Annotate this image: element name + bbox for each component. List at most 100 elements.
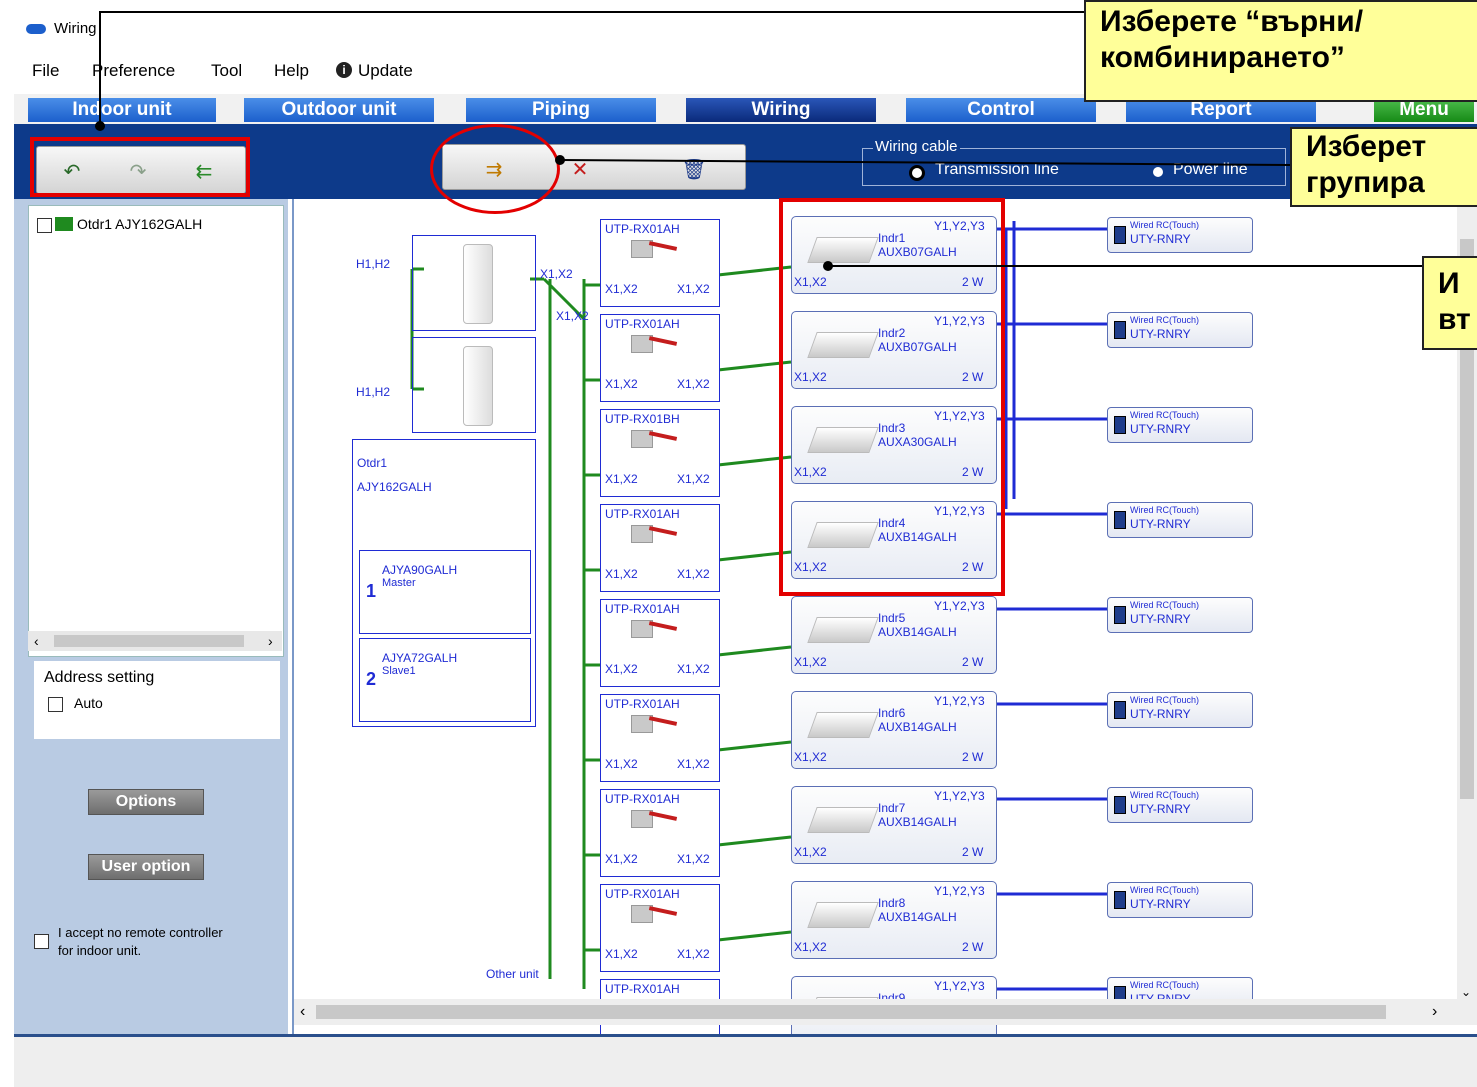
indoor-model: AUXB14GALH [878,815,957,829]
scroll-left-icon[interactable]: ‹ [34,633,39,649]
scroll-thumb[interactable] [316,1005,1386,1019]
indoor-x1x2: X1,X2 [794,845,827,859]
cassette-unit-image [807,617,879,643]
other-unit-label: Other unit [486,967,539,981]
power-radio[interactable] [1153,167,1163,177]
utp-cable-image [648,336,678,346]
indoor-y-label: Y1,Y2,Y3 [934,694,985,708]
utp-cable-image [648,526,678,536]
tab-indoor-unit[interactable]: Indoor unit [28,98,216,122]
tab-outdoor-unit[interactable]: Outdoor unit [244,98,434,122]
menu-help[interactable]: Help [274,61,309,81]
menu-preference[interactable]: Preference [92,61,175,81]
indoor-name: Indr7 [878,801,906,815]
indoor-model: AUXB14GALH [878,720,957,734]
indoor-unit-5[interactable]: Y1,Y2,Y3 Indr5 AUXB14GALH X1,X2 2 W [791,596,997,674]
cassette-unit-image [807,807,879,833]
scroll-left-icon[interactable]: ‹ [300,1003,305,1021]
slave-role: Slave1 [382,665,416,677]
callout-2-line2: групира [1306,166,1425,199]
rc-model: UTY-RNRY [1130,327,1191,341]
remote-controller[interactable]: Wired RC(Touch) UTY-RNRY [1107,217,1253,253]
slave-model: AJYA72GALH [382,651,458,665]
remote-controller[interactable]: Wired RC(Touch) UTY-RNRY [1107,787,1253,823]
scroll-right-icon[interactable]: › [268,633,273,649]
utp-model: UTP-RX01AH [605,887,680,901]
options-button[interactable]: Options [88,789,204,815]
tab-piping[interactable]: Piping [466,98,656,122]
utp-x1x2-in: X1,X2 [605,947,638,961]
remote-controller-icon [1114,511,1126,529]
wiring-cable-group: Wiring cable Transmission line Power lin… [862,138,1286,186]
utp-adapter[interactable]: UTP-RX01AH X1,X2 X1,X2 [600,219,720,307]
indoor-unit-8[interactable]: Y1,Y2,Y3 Indr8 AUXB14GALH X1,X2 2 W [791,881,997,959]
ungroup-icon[interactable]: ✕ [559,155,601,185]
wiring-cable-title: Wiring cable [873,138,960,155]
scroll-down-icon[interactable]: ⌄ [1461,985,1471,999]
menu-file[interactable]: File [32,61,59,81]
outdoor-system-box[interactable]: Otdr1 AJY162GALH 1 AJYA90GALH Master 2 A… [352,439,536,727]
user-option-button[interactable]: User option [88,854,204,880]
tab-control[interactable]: Control [906,98,1096,122]
transmission-radio[interactable] [909,165,925,181]
outdoor-unit-image [463,244,493,324]
indoor-name: Indr6 [878,706,906,720]
cassette-unit-image [807,902,879,928]
accept-no-rc-checkbox[interactable] [34,934,49,949]
remote-controller[interactable]: Wired RC(Touch) UTY-RNRY [1107,312,1253,348]
indoor-y-label: Y1,Y2,Y3 [934,789,985,803]
utp-model: UTP-RX01AH [605,222,680,236]
tree-item-otdr1[interactable]: Otdr1 AJY162GALH [77,216,202,232]
utp-adapter[interactable]: UTP-RX01AH X1,X2 X1,X2 [600,789,720,877]
master-unit-box[interactable]: 1 AJYA90GALH Master [359,550,531,634]
remote-controller[interactable]: Wired RC(Touch) UTY-RNRY [1107,597,1253,633]
outdoor-unit-1[interactable] [412,235,536,331]
utp-adapter[interactable]: UTP-RX01AH X1,X2 X1,X2 [600,884,720,972]
menu-tool[interactable]: Tool [211,61,242,81]
auto-checkbox[interactable] [48,697,63,712]
address-setting-panel: Address setting Auto [34,661,280,739]
utp-x1x2-in: X1,X2 [605,377,638,391]
rc-type: Wired RC(Touch) [1130,315,1200,325]
slave-unit-box[interactable]: 2 AJYA72GALH Slave1 [359,638,531,722]
tree-scrollbar[interactable]: ‹ › [28,631,282,651]
rc-type: Wired RC(Touch) [1130,600,1200,610]
menu-update[interactable]: Update [358,61,413,81]
indoor-model: AUXB14GALH [878,910,957,924]
rc-model: UTY-RNRY [1130,707,1191,721]
tree-checkbox[interactable] [37,218,52,233]
utp-adapter[interactable]: UTP-RX01AH X1,X2 X1,X2 [600,314,720,402]
callout-1-line2: комбинирането” [1100,41,1345,74]
utp-adapter[interactable]: UTP-RX01AH X1,X2 X1,X2 [600,504,720,592]
highlight-left-tools [30,137,250,197]
diagram-hscroll[interactable]: ‹ › [294,999,1477,1025]
callout-2-line1: Изберет [1306,130,1427,163]
remote-controller-icon [1114,606,1126,624]
utp-model: UTP-RX01AH [605,697,680,711]
scroll-thumb[interactable] [54,635,244,647]
rc-type: Wired RC(Touch) [1130,505,1200,515]
remote-controller[interactable]: Wired RC(Touch) UTY-RNRY [1107,882,1253,918]
utp-adapter[interactable]: UTP-RX01AH X1,X2 X1,X2 [600,694,720,782]
utp-cable-image [648,621,678,631]
indoor-x1x2: X1,X2 [794,655,827,669]
tab-wiring[interactable]: Wiring [686,98,876,122]
utp-adapter[interactable]: UTP-RX01BH X1,X2 X1,X2 [600,409,720,497]
scroll-right-icon[interactable]: › [1432,1003,1437,1021]
indoor-power: 2 W [962,750,984,764]
indoor-unit-6[interactable]: Y1,Y2,Y3 Indr6 AUXB14GALH X1,X2 2 W [791,691,997,769]
delete-icon[interactable]: 🗑 [673,155,715,185]
remote-controller-icon [1114,891,1126,909]
indoor-unit-7[interactable]: Y1,Y2,Y3 Indr7 AUXB14GALH X1,X2 2 W [791,786,997,864]
master-number: 1 [366,581,377,601]
remote-controller[interactable]: Wired RC(Touch) UTY-RNRY [1107,407,1253,443]
accept-no-rc-label-1: I accept no remote controller [58,925,223,940]
outdoor-unit-2[interactable] [412,337,536,433]
indoor-y-label: Y1,Y2,Y3 [934,884,985,898]
indoor-power: 2 W [962,655,984,669]
utp-x1x2-out: X1,X2 [677,757,710,771]
remote-controller[interactable]: Wired RC(Touch) UTY-RNRY [1107,692,1253,728]
highlight-indoor-group [779,198,1005,596]
utp-adapter[interactable]: UTP-RX01AH X1,X2 X1,X2 [600,599,720,687]
remote-controller[interactable]: Wired RC(Touch) UTY-RNRY [1107,502,1253,538]
